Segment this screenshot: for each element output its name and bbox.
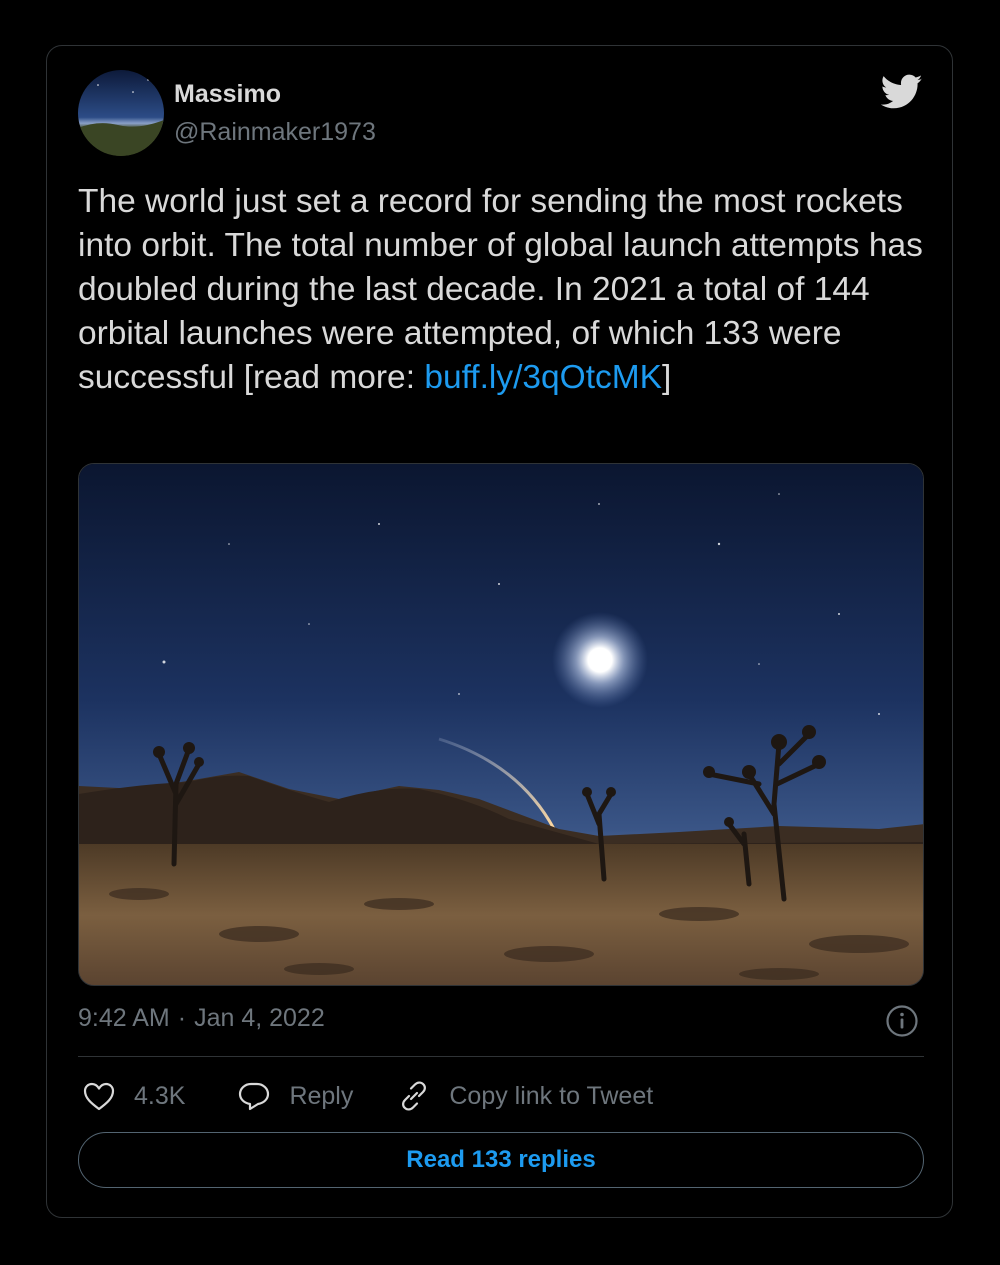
read-replies-button[interactable]: Read 133 replies <box>78 1132 924 1188</box>
avatar[interactable] <box>78 70 164 156</box>
tweet-photo[interactable] <box>78 463 924 986</box>
tweet-body-tail: ] <box>662 359 672 396</box>
like-count: 4.3K <box>134 1081 186 1110</box>
tweet-link[interactable]: buff.ly/3qOtcMK <box>424 359 662 396</box>
tweet-date: Jan 4, 2022 <box>194 1004 325 1032</box>
info-icon[interactable] <box>885 1004 919 1038</box>
reply-label: Reply <box>289 1081 354 1110</box>
meta-separator: · <box>177 1004 187 1032</box>
heart-icon <box>83 1082 115 1111</box>
twitter-bird-icon[interactable] <box>880 74 923 110</box>
read-replies-label: Read 133 replies <box>406 1146 596 1173</box>
tweet-text: The world just set a record for sending … <box>78 180 938 400</box>
like-button[interactable]: 4.3K <box>82 1081 185 1111</box>
copy-link-label: Copy link to Tweet <box>449 1081 654 1110</box>
author-handle[interactable]: @Rainmaker1973 <box>174 118 376 147</box>
author-name[interactable]: Massimo <box>174 80 281 109</box>
tweet-time: 9:42 AM <box>78 1004 170 1032</box>
speech-bubble-icon <box>239 1082 270 1111</box>
tweet-card: Massimo @Rainmaker1973 The world just se… <box>46 45 953 1218</box>
reply-button[interactable]: Reply <box>237 1081 353 1111</box>
link-icon <box>402 1081 427 1111</box>
tweet-timestamp[interactable]: 9:42 AM · Jan 4, 2022 <box>78 1004 325 1033</box>
divider <box>78 1056 924 1057</box>
action-bar: 4.3K Reply Copy link to Tweet <box>78 1076 653 1116</box>
copy-link-button[interactable]: Copy link to Tweet <box>397 1079 653 1113</box>
